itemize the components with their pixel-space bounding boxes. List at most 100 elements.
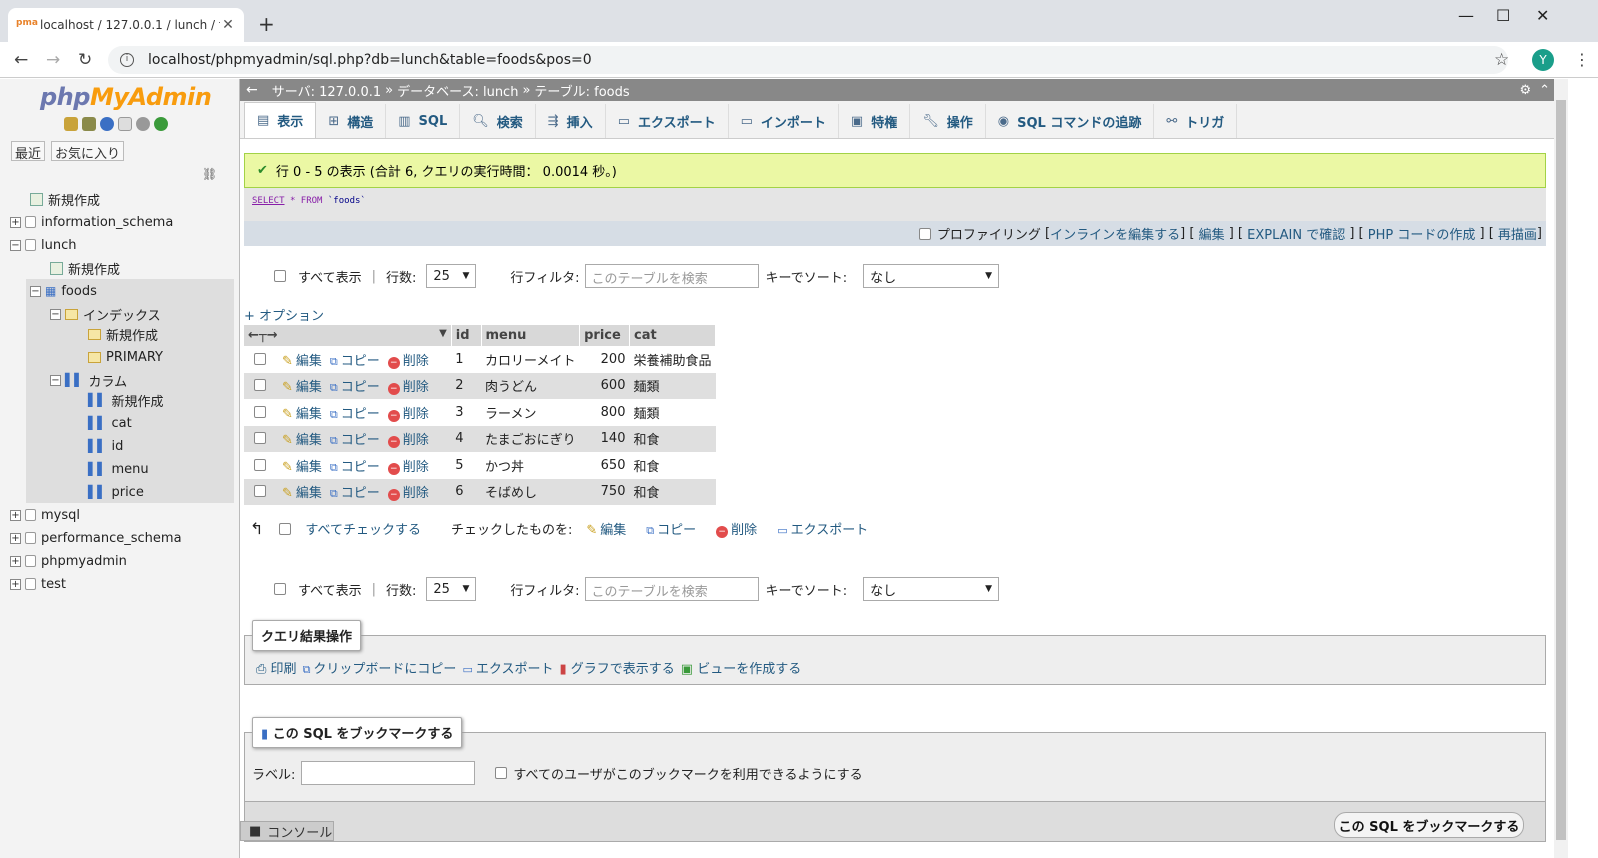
browser-menu-icon[interactable]: ⋮ [1574, 50, 1590, 69]
tree-new-table[interactable]: 新規作成 [50, 257, 120, 279]
row-delete-button[interactable]: − 削除 [387, 380, 429, 396]
breadcrumb-table[interactable]: テーブル: foods [534, 81, 629, 100]
row-checkbox[interactable] [254, 458, 266, 471]
forward-icon[interactable]: → [46, 50, 60, 70]
tree-column-price[interactable]: ▌▌ price [88, 481, 144, 503]
tree-column-cat[interactable]: ▌▌ cat [88, 412, 132, 434]
collapse-sidebar-icon[interactable]: ← [246, 82, 258, 98]
tree-db-test[interactable]: + test [10, 573, 66, 595]
sort-select[interactable]: なし ▼ [863, 264, 1000, 288]
expand-icon[interactable]: + [10, 578, 21, 590]
minimize-icon[interactable]: — [1458, 6, 1474, 25]
refresh-link[interactable]: 再描画 [1498, 224, 1537, 243]
clipboard-link[interactable]: ⧉ クリップボードにコピー [303, 658, 457, 677]
cell-id[interactable]: 4 [451, 425, 481, 452]
row-edit-button[interactable]: ✎ 編集 [282, 380, 322, 395]
chart-link[interactable]: ▮ グラフで表示する [559, 658, 674, 677]
tree-column-menu[interactable]: ▌▌ menu [88, 458, 149, 480]
expand-icon[interactable]: + [10, 532, 21, 544]
row-filter-input[interactable]: このテーブルを検索 [585, 264, 760, 288]
tab-import[interactable]: ▭ インポート [729, 104, 839, 138]
check-all-checkbox[interactable] [279, 522, 292, 535]
tab-triggers[interactable]: ⚯ トリガ [1154, 104, 1238, 138]
cell-price[interactable]: 800 [579, 399, 630, 426]
row-checkbox[interactable] [254, 379, 266, 392]
row-edit-button[interactable]: ✎ 編集 [282, 433, 322, 448]
tree-db-information-schema[interactable]: + information_schema [10, 211, 173, 233]
table-row[interactable]: ✎ 編集 ⧉ コピー − 削除 1 カロリーメイト 200 栄養補助食品 [244, 346, 716, 373]
tree-columns[interactable]: − ▌▌ カラム [50, 369, 127, 391]
settings-gear-icon[interactable] [136, 117, 150, 131]
profiling-checkbox[interactable] [918, 227, 931, 240]
row-copy-button[interactable]: ⧉ コピー [330, 486, 380, 501]
row-copy-button[interactable]: ⧉ コピー [330, 433, 380, 448]
sort-dropdown-icon[interactable]: ▼ [439, 328, 447, 339]
row-delete-button[interactable]: − 削除 [387, 354, 429, 369]
tree-db-performance-schema[interactable]: + performance_schema [10, 527, 182, 549]
row-checkbox[interactable] [254, 405, 266, 418]
cell-id[interactable]: 6 [451, 478, 481, 505]
header-price[interactable]: price [579, 325, 630, 346]
row-copy-button[interactable]: ⧉ コピー [330, 460, 380, 475]
row-edit-button[interactable]: ✎ 編集 [282, 460, 322, 475]
row-edit-button[interactable]: ✎ 編集 [282, 354, 322, 369]
cell-cat[interactable]: 麺類 [629, 372, 716, 399]
new-tab-icon[interactable]: + [258, 12, 275, 36]
window-close-icon[interactable]: ✕ [1536, 6, 1549, 25]
tab-insert[interactable]: ⇶ 挿入 [536, 104, 606, 138]
collapse-icon[interactable]: − [10, 239, 21, 251]
cell-menu[interactable]: たまごおにぎり [481, 425, 580, 452]
tab-browse[interactable]: ▤ 表示 [244, 102, 317, 138]
rows-select[interactable]: 25 ▼ [426, 577, 477, 601]
profile-avatar[interactable]: Y [1532, 49, 1554, 71]
reload-icon[interactable]: ↻ [78, 50, 92, 70]
cell-cat[interactable]: 和食 [629, 452, 716, 479]
header-cat[interactable]: cat [629, 325, 717, 346]
inline-edit-link[interactable]: インラインを編集する [1050, 224, 1180, 243]
link-chain-icon[interactable]: ⛓ [202, 167, 217, 181]
cell-menu[interactable]: そばめし [481, 478, 580, 505]
bulk-delete-button[interactable]: − 削除 [716, 519, 757, 538]
cell-menu[interactable]: かつ丼 [481, 452, 580, 479]
tree-table-foods[interactable]: − ▦ foods [30, 280, 97, 302]
sql-query-text[interactable]: SELECT * FROM `foods` [252, 196, 366, 206]
tree-column-id[interactable]: ▌▌ id [88, 435, 123, 457]
collapse-icon[interactable]: − [50, 308, 61, 320]
tree-new-column[interactable]: ▌▌ 新規作成 [88, 389, 163, 411]
docs-icon[interactable] [118, 117, 132, 131]
cell-price[interactable]: 750 [579, 478, 630, 505]
bookmark-star-icon[interactable]: ☆ [1494, 50, 1509, 70]
create-view-link[interactable]: ▣ ビューを作成する [681, 658, 801, 677]
expand-icon[interactable]: + [10, 509, 21, 521]
cell-menu[interactable]: カロリーメイト [481, 346, 580, 373]
row-edit-button[interactable]: ✎ 編集 [282, 407, 322, 422]
settings-gear-icon[interactable]: ⚙ [1519, 83, 1531, 98]
cell-id[interactable]: 3 [451, 399, 481, 426]
resize-arrows-icon[interactable]: ←┬→ [248, 328, 278, 343]
cell-cat[interactable]: 麺類 [629, 399, 716, 426]
expand-icon[interactable]: + [10, 216, 21, 228]
check-all-link[interactable]: すべてチェックする [305, 519, 421, 538]
tree-db-lunch[interactable]: − lunch [10, 234, 76, 256]
browser-tab[interactable]: pma localhost / 127.0.0.1 / lunch / foo … [8, 8, 244, 42]
tree-new-index[interactable]: 新規作成 [88, 323, 158, 345]
collapse-icon[interactable]: − [30, 285, 41, 297]
info-icon[interactable]: i [120, 53, 134, 67]
export-link[interactable]: ▭ エクスポート [462, 658, 553, 677]
collapse-top-icon[interactable]: ⌃ [1539, 83, 1550, 98]
tree-index-primary[interactable]: PRIMARY [88, 346, 163, 368]
row-delete-button[interactable]: − 削除 [387, 433, 429, 449]
scrollbar-thumb[interactable] [1556, 100, 1566, 840]
cell-id[interactable]: 1 [451, 346, 481, 373]
edit-link[interactable]: 編集 [1199, 224, 1225, 243]
home-icon[interactable] [64, 117, 78, 131]
logout-icon[interactable] [82, 117, 96, 131]
explain-link[interactable]: EXPLAIN で確認 [1247, 224, 1345, 243]
table-row[interactable]: ✎ 編集 ⧉ コピー − 削除 6 そばめし 750 和食 [244, 478, 716, 505]
row-delete-button[interactable]: − 削除 [387, 486, 429, 502]
rows-select[interactable]: 25 ▼ [426, 264, 477, 288]
bookmark-label-input[interactable] [301, 761, 476, 785]
cell-menu[interactable]: 肉うどん [481, 372, 580, 399]
cell-cat[interactable]: 和食 [629, 425, 716, 452]
row-copy-button[interactable]: ⧉ コピー [330, 407, 380, 422]
